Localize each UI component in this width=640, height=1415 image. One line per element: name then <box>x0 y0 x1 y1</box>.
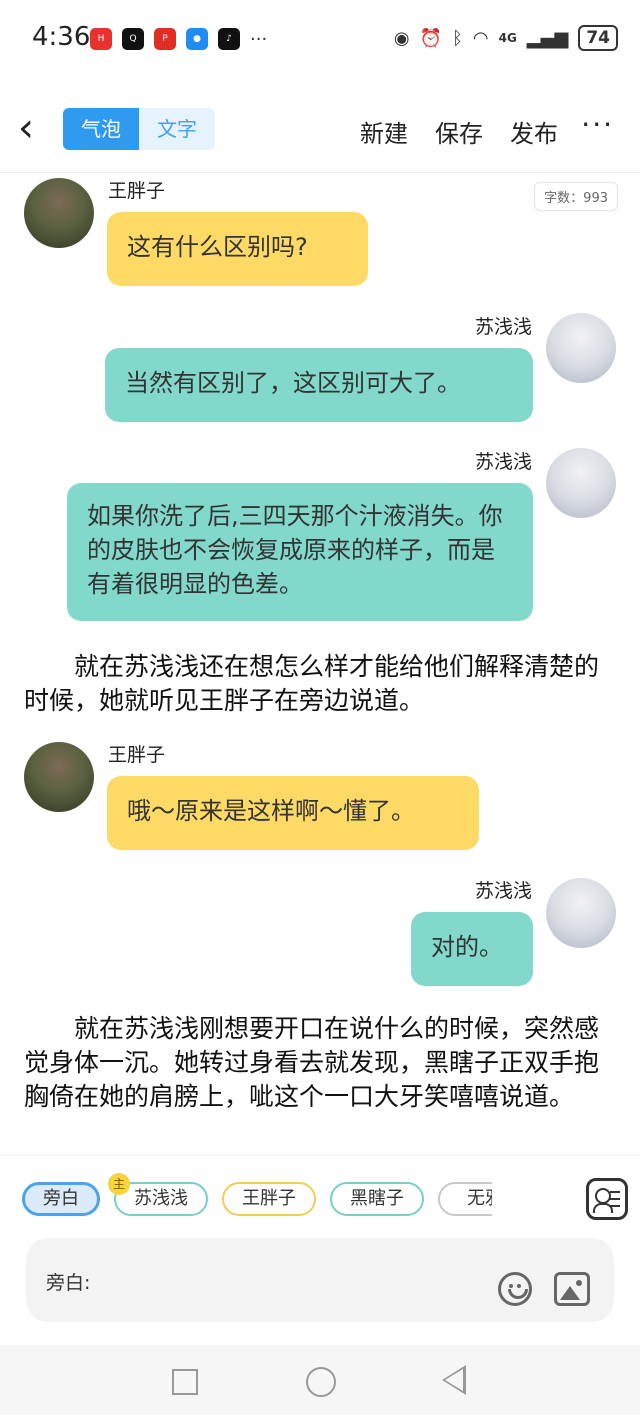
chat-bubble[interactable]: 对的。 <box>411 912 533 986</box>
word-count-badge: 字数：993 <box>534 182 618 211</box>
wifi-icon: ◠ <box>472 27 489 49</box>
signal-icon: ▂▄▆ <box>526 27 569 49</box>
character-chip-wang[interactable]: 王胖子 <box>222 1182 316 1216</box>
composer-panel: 旁白 苏浅浅 王胖子 黑瞎子 无邪 旁白: <box>0 1155 640 1346</box>
notification-icons: H Q P ● ♪ ··· <box>90 28 267 50</box>
system-nav-bar <box>0 1345 640 1415</box>
character-chip-wu[interactable]: 无邪 <box>438 1182 492 1216</box>
tiktok-icon: ♪ <box>218 28 240 50</box>
chat-bubble[interactable]: 当然有区别了，这区别可大了。 <box>105 348 533 422</box>
speaker-name: 苏浅浅 <box>474 451 532 473</box>
avatar-su[interactable] <box>546 878 616 948</box>
recent-apps-icon[interactable] <box>172 1369 198 1395</box>
messages-icon: ● <box>186 28 208 50</box>
input-speaker-label: 旁白: <box>46 1272 91 1294</box>
message-input[interactable]: 旁白: <box>26 1238 614 1322</box>
system-icons: ◉ ⏰ ᛒ ◠ 4G ▂▄▆ 74 <box>394 25 618 51</box>
eye-icon: ◉ <box>393 27 410 49</box>
speaker-name: 苏浅浅 <box>474 316 532 338</box>
image-icon[interactable] <box>554 1272 590 1306</box>
character-chip-narrator[interactable]: 旁白 <box>22 1182 100 1216</box>
character-chip-hei[interactable]: 黑瞎子 <box>330 1182 424 1216</box>
speaker-name: 王胖子 <box>108 180 166 202</box>
more-options-icon[interactable]: ··· <box>581 108 614 141</box>
speaker-name: 王胖子 <box>108 744 166 766</box>
speaker-name: 苏浅浅 <box>474 880 532 902</box>
character-chip-row[interactable]: 旁白 苏浅浅 王胖子 黑瞎子 无邪 <box>22 1182 492 1222</box>
network-label: 4G <box>498 31 517 45</box>
status-bar: 4:36 H Q P ● ♪ ··· ◉ ⏰ ᛒ ◠ 4G ▂▄▆ 74 <box>0 0 640 80</box>
huawei-appgallery-icon: H <box>90 28 112 50</box>
emoji-icon[interactable] <box>498 1272 532 1306</box>
editor-header: ‹ 气泡 文字 新建 保存 发布 ··· <box>0 90 640 170</box>
avatar-wang[interactable] <box>24 178 94 248</box>
save-button[interactable]: 保存 <box>435 114 483 149</box>
more-notifications-icon: ··· <box>250 28 268 50</box>
avatar-su[interactable] <box>546 313 616 383</box>
narration-text[interactable]: 就在苏浅浅刚想要开口在说什么的时候，突然感觉身体一沉。她转过身看去就发现，黑瞎子… <box>24 1012 616 1114</box>
avatar-su[interactable] <box>546 448 616 518</box>
mode-bubble-tab[interactable]: 气泡 <box>63 108 139 150</box>
publish-button[interactable]: 发布 <box>510 114 558 149</box>
home-icon[interactable] <box>306 1367 336 1397</box>
character-manager-icon[interactable] <box>586 1178 628 1220</box>
chat-bubble[interactable]: 如果你洗了后,三四天那个汁液消失。你的皮肤也不会恢复成原来的样子，而是有着很明显… <box>67 483 533 621</box>
back-arrow-icon[interactable]: ‹ <box>18 108 48 148</box>
back-icon[interactable] <box>442 1365 466 1395</box>
status-time: 4:36 <box>32 22 91 52</box>
main-character-badge: 主 <box>108 1173 130 1195</box>
bluetooth-icon: ᛒ <box>452 27 463 49</box>
qq-icon: Q <box>122 28 144 50</box>
alarm-icon: ⏰ <box>419 27 443 49</box>
chat-bubble[interactable]: 哦～原来是这样啊～懂了。 <box>107 776 479 850</box>
header-divider <box>0 172 640 173</box>
narration-text[interactable]: 就在苏浅浅还在想怎么样才能给他们解释清楚的时候，她就听见王胖子在旁边说道。 <box>24 650 616 718</box>
battery-indicator: 74 <box>578 25 618 51</box>
mode-text-tab[interactable]: 文字 <box>139 108 215 150</box>
mode-toggle: 气泡 文字 <box>63 108 215 150</box>
pinduoduo-icon: P <box>154 28 176 50</box>
chat-bubble[interactable]: 这有什么区别吗? <box>107 212 368 286</box>
new-button[interactable]: 新建 <box>360 114 408 149</box>
avatar-wang[interactable] <box>24 742 94 812</box>
